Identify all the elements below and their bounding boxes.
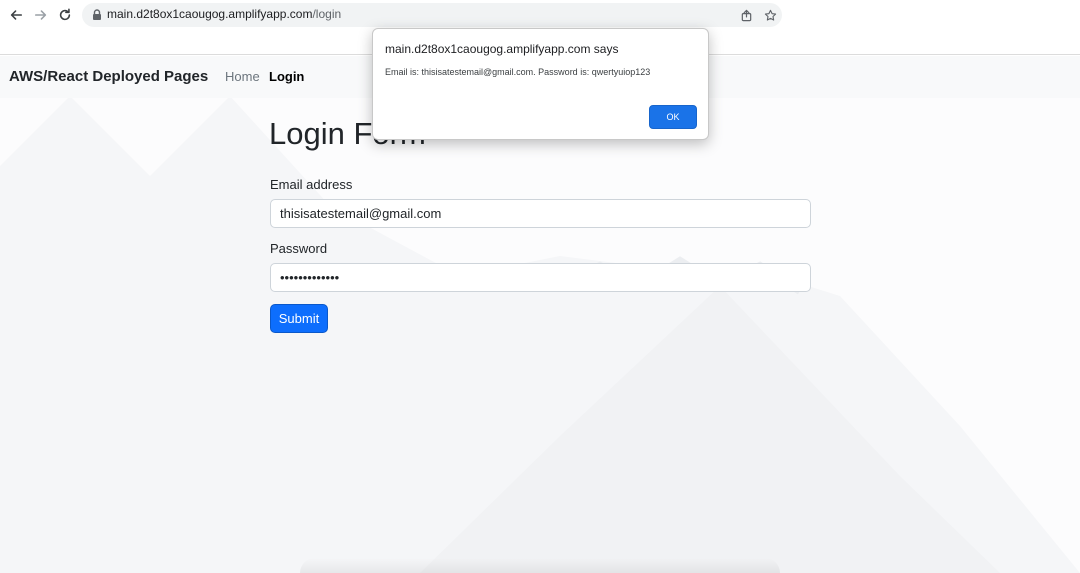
url-host: main.d2t8ox1caougog.amplifyapp.com	[107, 7, 313, 21]
reload-icon[interactable]	[55, 5, 75, 25]
email-label: Email address	[270, 177, 353, 192]
star-icon[interactable]	[762, 7, 778, 23]
ok-button[interactable]: OK	[649, 105, 697, 129]
bottom-shadow	[300, 558, 780, 573]
lock-icon[interactable]	[90, 8, 104, 22]
alert-dialog: main.d2t8ox1caougog.amplifyapp.com says …	[372, 28, 709, 140]
forward-arrow-icon[interactable]	[31, 5, 51, 25]
navbar-brand[interactable]: AWS/React Deployed Pages	[9, 68, 208, 85]
back-arrow-icon[interactable]	[6, 5, 26, 25]
dialog-title: main.d2t8ox1caougog.amplifyapp.com says	[385, 42, 619, 56]
nav-link-login[interactable]: Login	[269, 69, 304, 84]
url-path: /login	[312, 7, 342, 21]
nav-link-home[interactable]: Home	[225, 69, 260, 84]
email-field[interactable]	[270, 199, 811, 228]
password-field[interactable]	[270, 263, 811, 292]
dialog-message: Email is: thisisatestemail@gmail.com. Pa…	[385, 67, 651, 77]
url-text[interactable]: main.d2t8ox1caougog.amplifyapp.com/login	[107, 7, 341, 21]
submit-button[interactable]: Submit	[270, 304, 328, 333]
password-label: Password	[270, 241, 328, 256]
address-bar[interactable]: main.d2t8ox1caougog.amplifyapp.com/login	[82, 3, 782, 27]
share-icon[interactable]	[738, 7, 754, 23]
